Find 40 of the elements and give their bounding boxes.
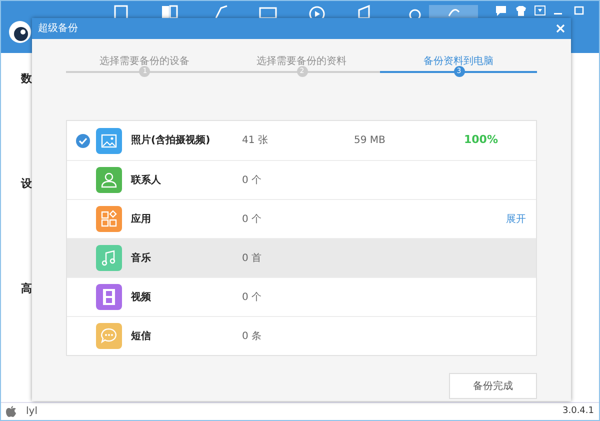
- item-name: 音乐: [131, 251, 152, 266]
- shirt-icon[interactable]: [515, 5, 527, 17]
- progress-percent: 100%: [464, 132, 499, 148]
- item-count: 0 首: [242, 252, 263, 266]
- maximize-icon[interactable]: [573, 5, 585, 17]
- done-button[interactable]: 备份完成: [449, 373, 537, 399]
- dialog-title: 超级备份: [38, 22, 78, 36]
- section-label: 数: [21, 71, 32, 87]
- item-name: 照片(含拍摄视频): [131, 134, 212, 148]
- apple-icon: [6, 406, 16, 417]
- item-count: 0 个: [242, 290, 263, 304]
- item-count: 0 个: [242, 174, 263, 188]
- list-row[interactable]: 音乐 0 首: [67, 238, 536, 277]
- selected-tool-tile[interactable]: [429, 5, 478, 18]
- check-icon[interactable]: [76, 134, 90, 148]
- list-row[interactable]: 视频 0 个: [67, 277, 536, 316]
- feedback-icon[interactable]: [495, 5, 507, 17]
- list-row[interactable]: 照片(含拍摄视频) 41 张 59 MB 100%: [67, 121, 536, 160]
- item-size: 59 MB: [354, 134, 386, 148]
- play-icon[interactable]: [308, 4, 326, 20]
- panels-icon[interactable]: [161, 4, 179, 20]
- popup-icon[interactable]: [534, 5, 546, 17]
- list-row[interactable]: 联系人 0 个: [67, 160, 536, 199]
- item-name: 短信: [131, 330, 152, 344]
- section-label: 高: [21, 281, 32, 297]
- list-row[interactable]: 短信 0 条: [67, 316, 536, 355]
- item-name: 应用: [131, 212, 152, 226]
- version-text: 3.0.4.1: [562, 404, 594, 418]
- item-count: 0 个: [242, 212, 263, 226]
- item-name: 联系人: [131, 174, 162, 188]
- logo-icon: [7, 18, 31, 46]
- user-name: lyl: [26, 405, 38, 419]
- item-name: 视频: [131, 290, 152, 304]
- close-icon[interactable]: [556, 24, 565, 33]
- section-label: 设: [21, 176, 32, 192]
- step-label: 选择需要备份的资料: [255, 54, 348, 68]
- step-label: 选择需要备份的设备: [98, 54, 190, 68]
- step-label: 备份资料到电脑: [422, 54, 494, 68]
- item-count: 41 张: [242, 134, 269, 148]
- item-count: 0 条: [242, 330, 263, 344]
